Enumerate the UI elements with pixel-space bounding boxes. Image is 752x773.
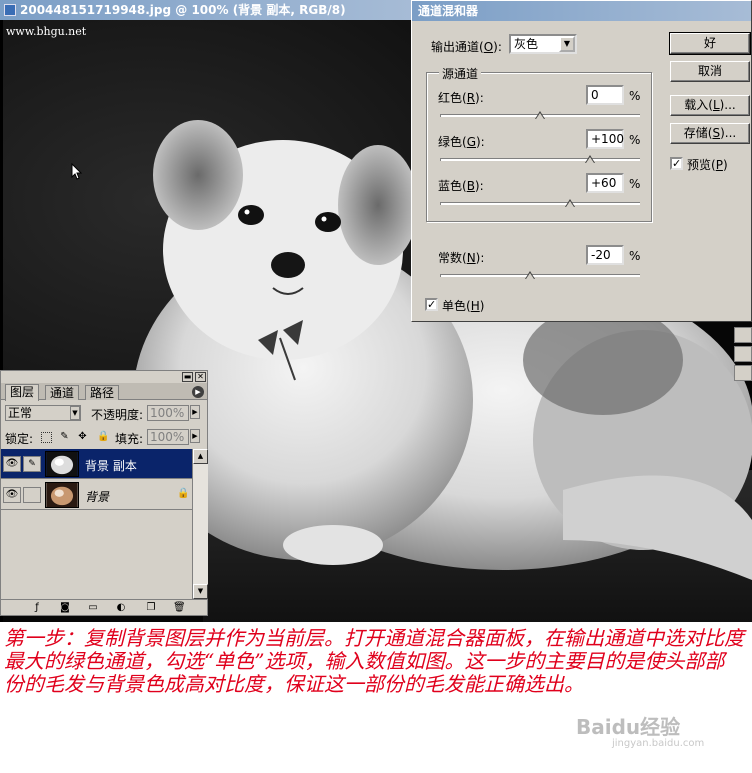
layer-thumbnail (45, 451, 79, 477)
checkmark-icon: ✓ (427, 298, 437, 311)
output-channel-label: 输出通道(O): (431, 40, 502, 54)
constant-value-input[interactable]: -20 (586, 245, 624, 265)
chevron-right-icon[interactable]: ▶ (190, 429, 200, 443)
channel-mixer-dialog: 通道混和器 输出通道(O): 灰色 ▼ 源通道 红色(R): 0 % 绿色(G)… (411, 0, 752, 322)
cancel-button[interactable]: 取消 (670, 61, 750, 82)
fill-label: 填充: (115, 432, 144, 446)
baidu-jingyan-url: jingyan.baidu.com (612, 738, 705, 749)
panel-stub-button[interactable] (734, 346, 752, 362)
tab-layers[interactable]: 图层 (5, 384, 40, 401)
opacity-input[interactable]: 100% (147, 405, 189, 421)
empty-link-box[interactable] (23, 487, 41, 503)
photoshop-doc-icon (4, 4, 16, 16)
add-mask-icon[interactable]: ◙ (59, 602, 71, 613)
green-percent: % (629, 133, 641, 147)
mouse-cursor-icon (71, 163, 83, 180)
layer-thumbnail (45, 482, 79, 508)
source-channels-title: 源通道 (439, 65, 482, 82)
red-percent: % (629, 89, 641, 103)
constant-slider-thumb[interactable] (525, 271, 535, 279)
new-layer-icon[interactable]: ❐ (145, 602, 157, 613)
load-button[interactable]: 载入(L)... (670, 95, 750, 116)
chevron-down-icon[interactable]: ▼ (559, 36, 575, 52)
tutorial-caption: 第一步：复制背景图层并作为当前层。打开通道混合器面板，在输出通道中选对比度最大的… (4, 626, 744, 696)
red-label: 红色(R): (438, 91, 484, 105)
chevron-right-icon[interactable]: ▶ (190, 405, 200, 419)
panel-stub-button[interactable] (734, 365, 752, 381)
preview-label: 预览(P) (687, 158, 728, 172)
tab-paths[interactable]: 路径 (85, 385, 120, 400)
monochrome-label: 单色(H) (442, 299, 485, 313)
layers-panel: ▬ ✕ 图层 通道 路径 ▶ 正常 ▼ 不透明度: 100% ▶ 锁定: ✎ ✥… (0, 370, 208, 616)
scroll-up-icon[interactable]: ▲ (193, 449, 208, 464)
blend-mode-value: 正常 (8, 406, 33, 420)
chevron-down-icon[interactable]: ▼ (70, 406, 80, 420)
preview-checkbox[interactable]: ✓ (670, 157, 683, 170)
constant-label: 常数(N): (438, 251, 485, 265)
output-channel-select[interactable]: 灰色 ▼ (509, 34, 577, 54)
green-slider-thumb[interactable] (585, 155, 595, 163)
blend-mode-select[interactable]: 正常 ▼ (5, 405, 81, 421)
eye-icon[interactable]: 👁 (3, 456, 21, 472)
green-slider-track[interactable] (440, 158, 640, 161)
lock-move-icon[interactable]: ✥ (77, 431, 88, 442)
layer-row-background[interactable]: 👁 背景 🔒 (1, 480, 192, 510)
layer-style-icon[interactable]: ƒ (31, 602, 43, 613)
site-watermark: www.bhgu.net (6, 25, 87, 38)
blue-slider-thumb[interactable] (565, 199, 575, 207)
lock-transparency-icon[interactable] (41, 432, 52, 443)
layer-name: 背景 副本 (85, 459, 137, 473)
lock-paint-icon[interactable]: ✎ (59, 431, 70, 442)
panel-menu-icon[interactable]: ▶ (192, 386, 204, 398)
new-group-icon[interactable]: ▭ (87, 602, 99, 613)
blue-percent: % (629, 177, 641, 191)
layer-row-background-copy[interactable]: 👁 ✎ 背景 副本 (1, 449, 192, 479)
document-title: 200448151719948.jpg @ 100% (背景 副本, RGB/8… (20, 3, 346, 17)
brush-icon[interactable]: ✎ (23, 456, 41, 472)
layers-bottom-toolbar: ƒ ◙ ▭ ◐ ❐ 🗑 (1, 599, 207, 615)
lock-icon: 🔒 (177, 488, 190, 499)
layers-tabs: 图层 通道 路径 ▶ (1, 383, 207, 401)
layer-list-scrollbar[interactable]: ▲ ▼ (192, 449, 208, 599)
red-slider-thumb[interactable] (535, 111, 545, 119)
baidu-jingyan-logo: Baidu经验 (576, 715, 681, 739)
close-icon[interactable]: ✕ (195, 372, 206, 382)
blue-value-input[interactable]: +60 (586, 173, 624, 193)
constant-percent: % (629, 249, 641, 263)
blue-label: 蓝色(B): (438, 179, 484, 193)
eye-icon[interactable]: 👁 (3, 487, 21, 503)
checkmark-icon: ✓ (672, 157, 682, 170)
opacity-label: 不透明度: (91, 408, 144, 422)
lock-label: 锁定: (5, 432, 34, 446)
constant-slider-track[interactable] (440, 274, 640, 277)
adjustment-layer-icon[interactable]: ◐ (115, 602, 127, 613)
document-titlebar[interactable]: 200448151719948.jpg @ 100% (背景 副本, RGB/8… (0, 0, 420, 20)
red-value-input[interactable]: 0 (586, 85, 624, 105)
save-button[interactable]: 存储(S)... (670, 123, 750, 144)
ok-button[interactable]: 好 (669, 32, 751, 55)
scroll-down-icon[interactable]: ▼ (193, 584, 208, 599)
layer-name: 背景 (85, 490, 110, 504)
fill-input[interactable]: 100% (147, 429, 189, 445)
channel-mixer-title[interactable]: 通道混和器 (412, 1, 751, 21)
tab-channels[interactable]: 通道 (45, 385, 80, 400)
green-value-input[interactable]: +100 (586, 129, 624, 149)
blue-slider-track[interactable] (440, 202, 640, 205)
minimize-icon[interactable]: ▬ (182, 372, 193, 382)
output-channel-value: 灰色 (514, 37, 539, 51)
layers-panel-topbar[interactable]: ▬ ✕ (1, 371, 207, 383)
panel-stub-button[interactable] (734, 327, 752, 343)
lock-all-icon[interactable]: 🔒 (97, 431, 109, 442)
green-label: 绿色(G): (438, 135, 485, 149)
monochrome-checkbox[interactable]: ✓ (425, 298, 438, 311)
layer-list: 👁 ✎ 背景 副本 👁 背景 🔒 (1, 449, 192, 599)
trash-icon[interactable]: 🗑 (173, 602, 186, 613)
